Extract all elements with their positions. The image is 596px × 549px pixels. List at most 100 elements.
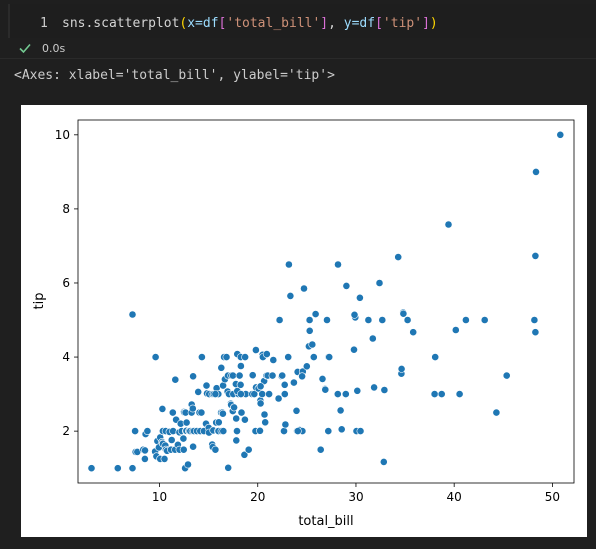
data-point [323, 316, 331, 324]
check-icon [19, 43, 31, 54]
data-point [350, 310, 359, 319]
data-point [281, 420, 290, 429]
data-point [431, 353, 440, 361]
code-editor[interactable]: 1 sns.scatterplot(x=df['total_bill'], y=… [8, 4, 596, 38]
data-point [531, 328, 540, 337]
code-function: sns.scatterplot [62, 16, 180, 31]
code-bracket: ] [320, 16, 329, 31]
data-point [179, 434, 188, 443]
data-point [194, 387, 203, 396]
data-point [530, 316, 539, 324]
data-point [284, 260, 293, 269]
data-point [244, 445, 253, 454]
data-point [305, 316, 314, 324]
data-point [342, 281, 351, 290]
data-point [364, 316, 373, 324]
data-point [269, 356, 278, 364]
execution-time: 0.0s [42, 41, 66, 55]
data-point [430, 390, 439, 398]
data-point [375, 279, 384, 287]
data-point [256, 399, 265, 408]
code-bracket: [ [375, 16, 383, 31]
data-point [293, 427, 302, 435]
data-point [444, 220, 453, 229]
data-point [171, 375, 180, 384]
data-point [286, 291, 295, 300]
data-point [113, 464, 122, 473]
data-point [502, 371, 511, 380]
data-point [189, 442, 197, 451]
data-point [182, 418, 191, 427]
data-point [236, 362, 245, 370]
data-point [292, 406, 301, 415]
data-point [368, 334, 377, 343]
data-point [455, 390, 464, 398]
data-point [556, 130, 565, 139]
data-point [188, 404, 197, 413]
data-point [128, 310, 137, 319]
data-point [403, 316, 412, 324]
data-point [321, 385, 330, 394]
y-axis-label: tip [32, 293, 47, 310]
data-point [233, 427, 241, 435]
data-point [325, 353, 334, 361]
data-point [309, 353, 318, 361]
line-number: 1 [40, 16, 48, 31]
x-axis-label: total_bill [298, 514, 353, 529]
y-tick-label: 4 [62, 350, 70, 364]
data-point [437, 390, 446, 398]
data-point [211, 390, 220, 398]
data-point [143, 427, 152, 435]
data-point [258, 390, 267, 398]
data-point [232, 414, 241, 423]
data-point [235, 371, 244, 380]
data-point [302, 362, 311, 371]
y-tick-label: 10 [55, 128, 70, 142]
data-point [256, 426, 264, 435]
data-point [211, 445, 220, 454]
data-point [260, 410, 269, 419]
data-point [241, 353, 249, 361]
data-point [356, 427, 365, 435]
data-point [350, 345, 358, 354]
data-point [280, 390, 289, 398]
data-point [222, 353, 231, 361]
data-point [284, 353, 293, 361]
data-point [189, 372, 197, 381]
data-point [298, 372, 306, 381]
data-point [158, 404, 167, 413]
plot-output[interactable]: 10 20 30 40 50 2 4 6 8 10 total_bill tip [21, 105, 587, 537]
data-point [280, 427, 288, 435]
notebook-cell[interactable]: 1 sns.scatterplot(x=df['total_bill'], y=… [0, 0, 596, 60]
data-point [151, 353, 160, 361]
code-y-param: y=df [343, 16, 376, 31]
data-point [278, 371, 287, 380]
data-point [380, 386, 389, 394]
data-point [336, 406, 345, 415]
data-point [228, 371, 237, 380]
data-point [341, 390, 350, 398]
data-point [289, 378, 298, 387]
code-paren-close: ) [429, 16, 438, 31]
data-point [237, 408, 246, 417]
data-point [461, 316, 470, 324]
data-point [280, 380, 289, 389]
data-point [197, 408, 206, 417]
data-point [268, 371, 277, 380]
data-point [531, 251, 540, 260]
y-tick-label: 6 [62, 276, 70, 290]
code-line[interactable]: sns.scatterplot(x=df['total_bill'], y=df… [62, 16, 438, 31]
data-point [168, 408, 177, 417]
data-point [261, 418, 270, 427]
data-point [214, 418, 223, 427]
data-point [492, 408, 501, 417]
execution-status: 0.0s [18, 38, 65, 58]
code-y-string: 'tip' [382, 16, 423, 31]
output-repr[interactable]: <Axes: xlabel='total_bill', ylabel='tip'… [14, 68, 335, 83]
data-point [274, 394, 283, 403]
data-point [232, 436, 241, 445]
data-point [248, 371, 257, 380]
data-point [167, 436, 176, 444]
data-point [262, 350, 271, 358]
cell-divider [0, 58, 596, 59]
